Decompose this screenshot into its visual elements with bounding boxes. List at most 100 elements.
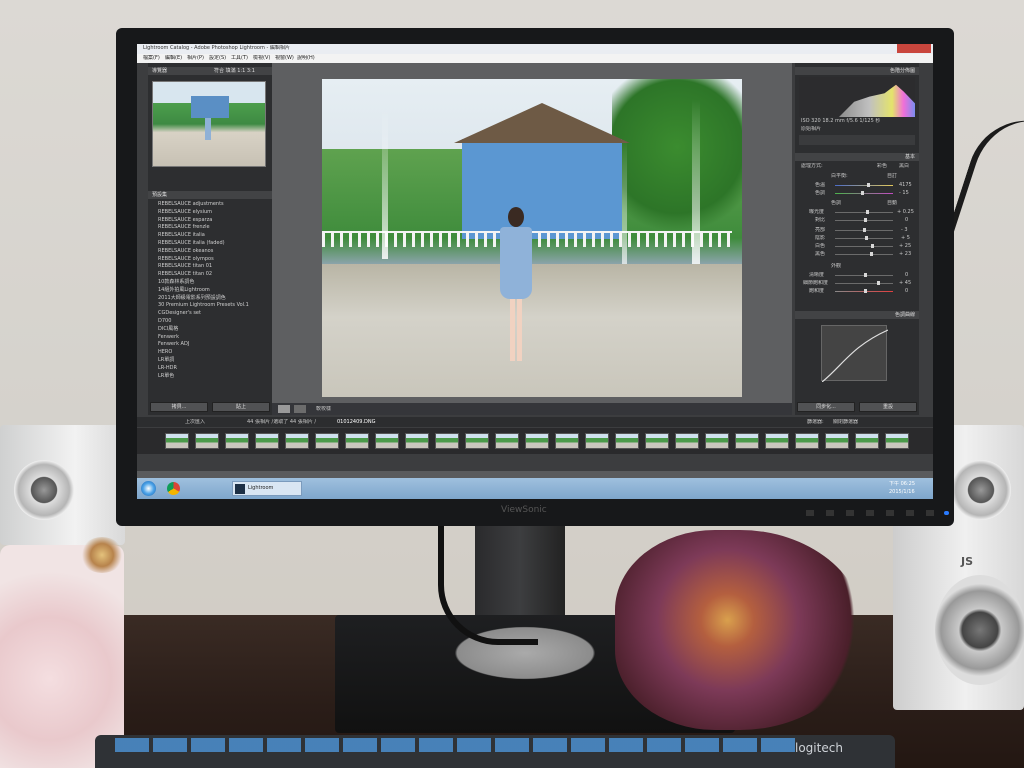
- original-photo-checkbox[interactable]: 原始相片: [801, 126, 821, 133]
- menu-window[interactable]: 視窗(W): [275, 55, 294, 62]
- preset-item[interactable]: REBELSAUCE frenzle: [158, 224, 270, 232]
- wb-value[interactable]: 自訂: [887, 173, 897, 180]
- vibrance-slider[interactable]: [835, 281, 893, 285]
- slider-knob[interactable]: [864, 289, 867, 293]
- preset-item[interactable]: LR-HDR: [158, 365, 270, 373]
- preset-item[interactable]: D700: [158, 318, 270, 326]
- filmstrip-thumb[interactable]: [735, 433, 759, 449]
- preset-item[interactable]: 14組外拍風Lightroom: [158, 287, 270, 295]
- preset-item[interactable]: 2011大師級電影系列預設調色: [158, 295, 270, 303]
- compare-view-icon[interactable]: [294, 405, 306, 413]
- highlights-slider[interactable]: [835, 228, 893, 232]
- filmstrip-thumb[interactable]: [885, 433, 909, 449]
- filter-value[interactable]: 關閉篩選器: [833, 419, 858, 426]
- paste-button[interactable]: 貼上: [212, 402, 270, 412]
- sync-button[interactable]: 同步化...: [797, 402, 855, 412]
- filmstrip-thumb[interactable]: [525, 433, 549, 449]
- histogram-header[interactable]: 色階分佈圖: [795, 67, 919, 75]
- treatment-color[interactable]: 彩色: [877, 163, 887, 170]
- preset-item[interactable]: Fenwerk: [158, 334, 270, 342]
- reset-button[interactable]: 重設: [859, 402, 917, 412]
- preset-item[interactable]: 10款森林系調色: [158, 279, 270, 287]
- filmstrip-thumb[interactable]: [645, 433, 669, 449]
- filmstrip-thumb[interactable]: [825, 433, 849, 449]
- preset-item[interactable]: REBELSAUCE esparza: [158, 217, 270, 225]
- clarity-slider[interactable]: [835, 273, 893, 277]
- whites-slider[interactable]: [835, 244, 893, 248]
- filmstrip-thumb[interactable]: [285, 433, 309, 449]
- menu-edit[interactable]: 編輯(E): [165, 55, 182, 62]
- preset-item[interactable]: REBELSAUCE titan 02: [158, 271, 270, 279]
- filmstrip-thumb[interactable]: [315, 433, 339, 449]
- filmstrip-thumb[interactable]: [585, 433, 609, 449]
- menu-view[interactable]: 檢視(V): [253, 55, 270, 62]
- close-icon[interactable]: [897, 44, 931, 53]
- tone-curve-graph[interactable]: [821, 325, 889, 383]
- filmstrip-thumb[interactable]: [705, 433, 729, 449]
- filmstrip-thumb[interactable]: [375, 433, 399, 449]
- menu-help[interactable]: 說明(H): [297, 55, 315, 62]
- filmstrip-thumb[interactable]: [255, 433, 279, 449]
- preset-item[interactable]: REBELSAUCE elysium: [158, 209, 270, 217]
- softproof-label[interactable]: 軟校樣: [316, 406, 331, 413]
- preset-item[interactable]: Fenwerk ADJ: [158, 341, 270, 349]
- filmstrip-thumb[interactable]: [165, 433, 189, 449]
- preset-item[interactable]: REBELSAUCE titan 01: [158, 263, 270, 271]
- temp-slider[interactable]: [835, 183, 893, 187]
- shadows-slider[interactable]: [835, 236, 893, 240]
- preset-item[interactable]: HERO: [158, 349, 270, 357]
- slider-knob[interactable]: [877, 281, 880, 285]
- tone-curve-header[interactable]: 色調曲線: [795, 311, 919, 319]
- filmstrip-thumb[interactable]: [795, 433, 819, 449]
- navigator-header[interactable]: 導覽器 符合 填滿 1:1 3:1: [148, 67, 272, 75]
- slider-knob[interactable]: [866, 210, 869, 214]
- zoom-1-1[interactable]: 1:1: [237, 68, 245, 74]
- zoom-3-1[interactable]: 3:1: [247, 68, 255, 74]
- blacks-slider[interactable]: [835, 252, 893, 256]
- menu-file[interactable]: 檔案(F): [143, 55, 160, 62]
- slider-knob[interactable]: [864, 218, 867, 222]
- menu-settings[interactable]: 設定(S): [209, 55, 226, 62]
- exposure-slider[interactable]: [835, 210, 893, 214]
- slider-knob[interactable]: [864, 273, 867, 277]
- zoom-fill[interactable]: 填滿: [226, 68, 236, 74]
- preset-item[interactable]: REBELSAUCE italia (faded): [158, 240, 270, 248]
- filmstrip-thumb[interactable]: [675, 433, 699, 449]
- filmstrip-thumb[interactable]: [345, 433, 369, 449]
- loupe-view-icon[interactable]: [278, 405, 290, 413]
- preset-item[interactable]: LR單調: [158, 357, 270, 365]
- filmstrip-thumb[interactable]: [555, 433, 579, 449]
- filmstrip-thumb[interactable]: [405, 433, 429, 449]
- copy-button[interactable]: 拷貝...: [150, 402, 208, 412]
- tint-slider[interactable]: [835, 191, 893, 195]
- filmstrip-thumb[interactable]: [855, 433, 879, 449]
- tone-auto[interactable]: 自動: [887, 200, 897, 207]
- preset-item[interactable]: REBELSAUCE okeanos: [158, 248, 270, 256]
- slider-knob[interactable]: [865, 236, 868, 240]
- lightroom-taskbar-icon[interactable]: Lightroom: [232, 481, 302, 496]
- saturation-slider[interactable]: [835, 289, 893, 293]
- menu-photo[interactable]: 相片(P): [187, 55, 204, 62]
- main-photo[interactable]: [322, 79, 742, 397]
- chrome-icon[interactable]: [167, 482, 180, 495]
- preset-item[interactable]: REBELSAUCE adjustments: [158, 201, 270, 209]
- filmstrip-thumb[interactable]: [195, 433, 219, 449]
- preset-item[interactable]: REBELSAUCE olympos: [158, 256, 270, 264]
- slider-knob[interactable]: [861, 191, 864, 195]
- preset-item[interactable]: DICI風格: [158, 326, 270, 334]
- source-prev[interactable]: 上次匯入: [185, 419, 205, 426]
- preset-item[interactable]: 30 Premium Lightroom Presets Vol.1: [158, 302, 270, 310]
- navigator-preview[interactable]: [152, 81, 266, 167]
- treatment-bw[interactable]: 黑白: [899, 163, 909, 170]
- contrast-slider[interactable]: [835, 218, 893, 222]
- filmstrip-thumb[interactable]: [615, 433, 639, 449]
- slider-knob[interactable]: [871, 244, 874, 248]
- basic-header[interactable]: 基本: [795, 153, 919, 161]
- filmstrip-thumb[interactable]: [765, 433, 789, 449]
- presets-header[interactable]: 預設集: [148, 191, 272, 199]
- filmstrip-thumb[interactable]: [495, 433, 519, 449]
- slider-knob[interactable]: [867, 183, 870, 187]
- slider-knob[interactable]: [870, 252, 873, 256]
- start-button-icon[interactable]: [141, 481, 156, 496]
- filmstrip-thumb[interactable]: [435, 433, 459, 449]
